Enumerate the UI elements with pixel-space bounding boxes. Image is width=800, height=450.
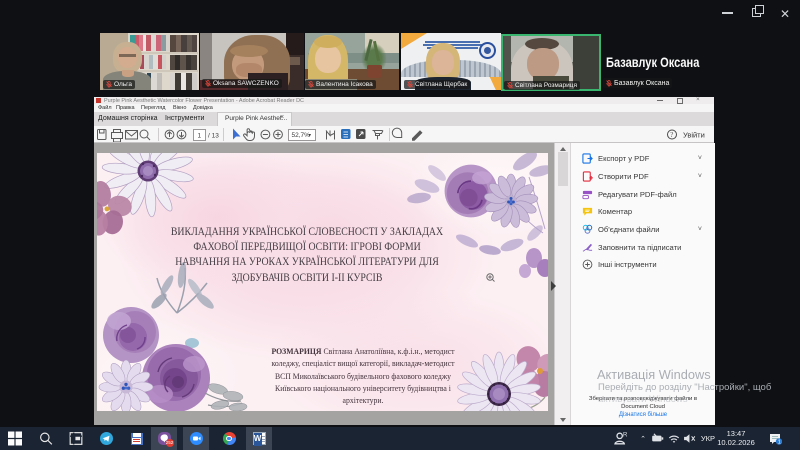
- svg-text:/ 13: / 13: [208, 133, 219, 140]
- svg-text:?: ?: [670, 131, 673, 139]
- svg-text:Увійти: Увійти: [683, 131, 705, 140]
- svg-text:1: 1: [198, 133, 202, 140]
- svg-text:R: R: [623, 433, 628, 439]
- svg-text:1: 1: [777, 439, 780, 444]
- svg-text:52,7%: 52,7%: [292, 132, 311, 139]
